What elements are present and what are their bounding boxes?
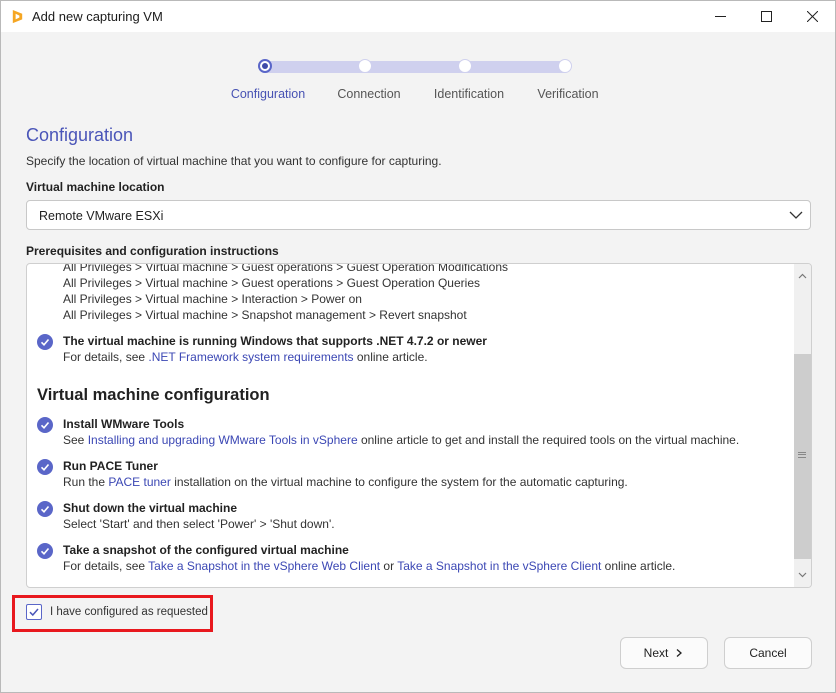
page-title: Configuration: [26, 125, 134, 145]
item-title: Shut down the virtual machine: [63, 501, 238, 515]
vm-location-value: Remote VMware ESXi: [39, 209, 164, 223]
item-title: Take a snapshot of the configured virtua…: [63, 543, 349, 557]
step-dot-connection: [358, 59, 372, 73]
snapshot-vsphere-client-link[interactable]: Take a Snapshot in the vSphere Client: [397, 559, 601, 573]
text-span: Run the: [63, 475, 109, 489]
text-span: For details, see: [63, 350, 149, 364]
check-circle-icon: [37, 417, 53, 433]
chevron-right-icon: [676, 649, 683, 657]
vmware-tools-link[interactable]: Installing and upgrading WMware Tools in…: [88, 433, 358, 447]
text-span: installation on the virtual machine to c…: [170, 475, 628, 489]
dotnet-details: For details, see .NET Framework system r…: [63, 350, 428, 364]
item-details: See Installing and upgrading WMware Tool…: [63, 433, 739, 447]
cancel-button[interactable]: Cancel: [724, 637, 812, 669]
item-details: Run the PACE tuner installation on the v…: [63, 475, 628, 489]
check-circle-icon: [37, 334, 53, 350]
checkmark-icon: [29, 608, 39, 617]
step-label-identification: Identification: [433, 87, 505, 101]
chevron-down-icon: [798, 572, 807, 578]
step-label-configuration: Configuration: [230, 87, 306, 101]
text-span: online article.: [353, 350, 428, 364]
cancel-button-label: Cancel: [749, 646, 787, 660]
privilege-line: All Privileges > Virtual machine > Snaps…: [63, 308, 467, 322]
privilege-line: All Privileges > Virtual machine > Guest…: [63, 276, 480, 290]
step-dot-configuration: [258, 59, 272, 73]
window-title: Add new capturing VM: [32, 9, 163, 24]
check-circle-icon: [37, 459, 53, 475]
section-title: Virtual machine configuration: [37, 386, 270, 404]
vertical-scrollbar[interactable]: [794, 264, 811, 587]
dotnet-title: The virtual machine is running Windows t…: [63, 334, 487, 348]
chevron-down-icon: [789, 211, 803, 219]
next-button-label: Next: [643, 646, 669, 660]
check-circle-icon: [37, 543, 53, 559]
scrollbar-thumb[interactable]: [794, 354, 811, 559]
text-span: online article to get and install the re…: [357, 433, 740, 447]
minimize-button[interactable]: [697, 1, 743, 32]
prereq-panel[interactable]: All Privileges > Virtual machine > Guest…: [26, 263, 812, 588]
close-button[interactable]: [789, 1, 835, 32]
prereq-label: Prerequisites and configuration instruct…: [26, 244, 279, 258]
privilege-line: All Privileges > Virtual machine > Inter…: [63, 292, 362, 306]
close-icon: [806, 11, 818, 22]
scroll-down-button[interactable]: [794, 563, 811, 587]
item-details: Select 'Start' and then select 'Power' >…: [63, 517, 335, 531]
vm-location-select[interactable]: Remote VMware ESXi: [26, 200, 811, 230]
pace-tuner-link[interactable]: PACE tuner: [108, 475, 170, 489]
next-button[interactable]: Next: [620, 637, 708, 669]
page-subtitle: Specify the location of virtual machine …: [26, 154, 442, 168]
privilege-line: All Privileges > Virtual machine > Guest…: [63, 263, 509, 274]
item-title: Run PACE Tuner: [63, 459, 158, 473]
maximize-button[interactable]: [743, 1, 789, 32]
dialog-window: Add new capturing VM Configuration Conne…: [0, 0, 836, 693]
text-span: online article.: [601, 559, 676, 573]
title-bar: Add new capturing VM: [1, 1, 835, 32]
step-dot-verification: [558, 59, 572, 73]
app-logo-icon: [12, 9, 23, 24]
dotnet-requirements-link[interactable]: .NET Framework system requirements: [148, 350, 353, 364]
snapshot-web-client-link[interactable]: Take a Snapshot in the vSphere Web Clien…: [148, 559, 380, 573]
step-label-verification: Verification: [537, 87, 599, 101]
grip-icon: [798, 452, 806, 458]
text-span: For details, see: [63, 559, 149, 573]
chevron-up-icon: [798, 273, 807, 279]
maximize-icon: [760, 11, 772, 22]
text-span: See: [63, 433, 88, 447]
configured-checkbox[interactable]: [26, 604, 42, 620]
wizard-stepper: Configuration Connection Identification …: [1, 53, 835, 108]
scroll-up-button[interactable]: [794, 264, 811, 288]
item-details: For details, see Take a Snapshot in the …: [63, 559, 675, 573]
stepper-track: [259, 61, 569, 73]
vm-location-label: Virtual machine location: [26, 180, 165, 194]
text-span: or: [380, 559, 398, 573]
step-label-connection: Connection: [337, 87, 401, 101]
minimize-icon: [714, 16, 726, 17]
item-title: Install WMware Tools: [63, 417, 185, 431]
configured-checkbox-label[interactable]: I have configured as requested: [50, 606, 208, 618]
check-circle-icon: [37, 501, 53, 517]
step-dot-identification: [458, 59, 472, 73]
